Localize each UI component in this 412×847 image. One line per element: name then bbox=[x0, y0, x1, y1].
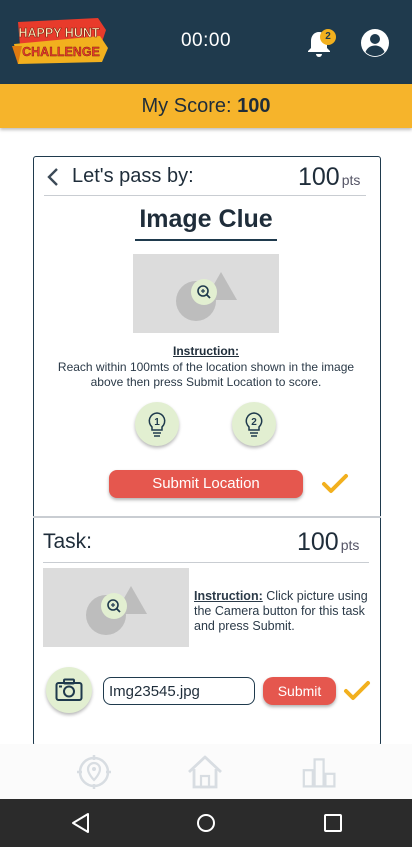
checkmark-icon bbox=[344, 681, 370, 700]
task-points-unit: pts bbox=[340, 537, 360, 553]
happy-hunt-logo: HAPPY HUNT CHALLENGE bbox=[12, 18, 108, 64]
clue-title: Image Clue bbox=[139, 205, 273, 233]
game-timer: 00:00 bbox=[180, 30, 232, 51]
clue-instruction-label: Instruction: bbox=[173, 344, 239, 358]
bulb-icon: 2 bbox=[245, 412, 263, 437]
clue-instruction-text: Reach within 100mts of the location show… bbox=[57, 360, 355, 389]
clue-card bbox=[33, 156, 381, 746]
leaderboard-icon[interactable] bbox=[302, 754, 338, 790]
score-label: My Score: bbox=[141, 95, 232, 117]
home-icon[interactable] bbox=[187, 754, 223, 790]
clue-heading: Let's pass by: bbox=[72, 165, 194, 187]
camera-icon bbox=[55, 678, 83, 701]
logo-line1: HAPPY HUNT bbox=[18, 26, 99, 40]
task-heading: Task: bbox=[43, 530, 93, 553]
square-recent-icon[interactable] bbox=[321, 811, 345, 835]
hint-1-button[interactable]: 1 bbox=[135, 402, 179, 446]
task-points: 100 pts bbox=[297, 528, 359, 557]
section-divider bbox=[33, 516, 381, 518]
score-value: 100 bbox=[237, 95, 271, 117]
divider bbox=[43, 562, 369, 563]
clue-points: 100 pts bbox=[298, 163, 360, 192]
camera-button[interactable] bbox=[46, 667, 92, 713]
crosshair-icon[interactable] bbox=[76, 754, 112, 790]
hint-1-number: 1 bbox=[154, 417, 160, 428]
score-bar: My Score: 100 bbox=[0, 84, 412, 128]
task-image[interactable] bbox=[43, 568, 189, 647]
hint-2-number: 2 bbox=[251, 417, 257, 428]
photo-filename-field[interactable] bbox=[103, 677, 255, 705]
chevron-left-icon[interactable] bbox=[44, 166, 62, 188]
user-icon[interactable] bbox=[360, 28, 390, 58]
triangle-back-icon[interactable] bbox=[69, 811, 93, 835]
divider bbox=[44, 195, 366, 196]
checkmark-icon bbox=[322, 474, 348, 493]
task-points-value: 100 bbox=[297, 528, 339, 556]
clue-points-value: 100 bbox=[298, 163, 340, 191]
zoom-icon bbox=[191, 279, 217, 305]
hint-2-button[interactable]: 2 bbox=[232, 402, 276, 446]
task-instruction: Instruction: Click picture using the Cam… bbox=[194, 589, 369, 634]
notification-badge: 2 bbox=[320, 29, 336, 45]
bulb-icon: 1 bbox=[148, 412, 166, 437]
clue-image[interactable] bbox=[133, 254, 279, 333]
zoom-icon bbox=[101, 593, 127, 619]
submit-location-button[interactable]: Submit Location bbox=[109, 470, 303, 498]
title-underline bbox=[135, 239, 277, 241]
submit-task-button[interactable]: Submit bbox=[263, 677, 336, 705]
logo-line2: CHALLENGE bbox=[22, 45, 100, 59]
task-instruction-label: Instruction: bbox=[194, 589, 263, 603]
clue-points-unit: pts bbox=[341, 172, 361, 188]
circle-home-icon[interactable] bbox=[194, 811, 218, 835]
